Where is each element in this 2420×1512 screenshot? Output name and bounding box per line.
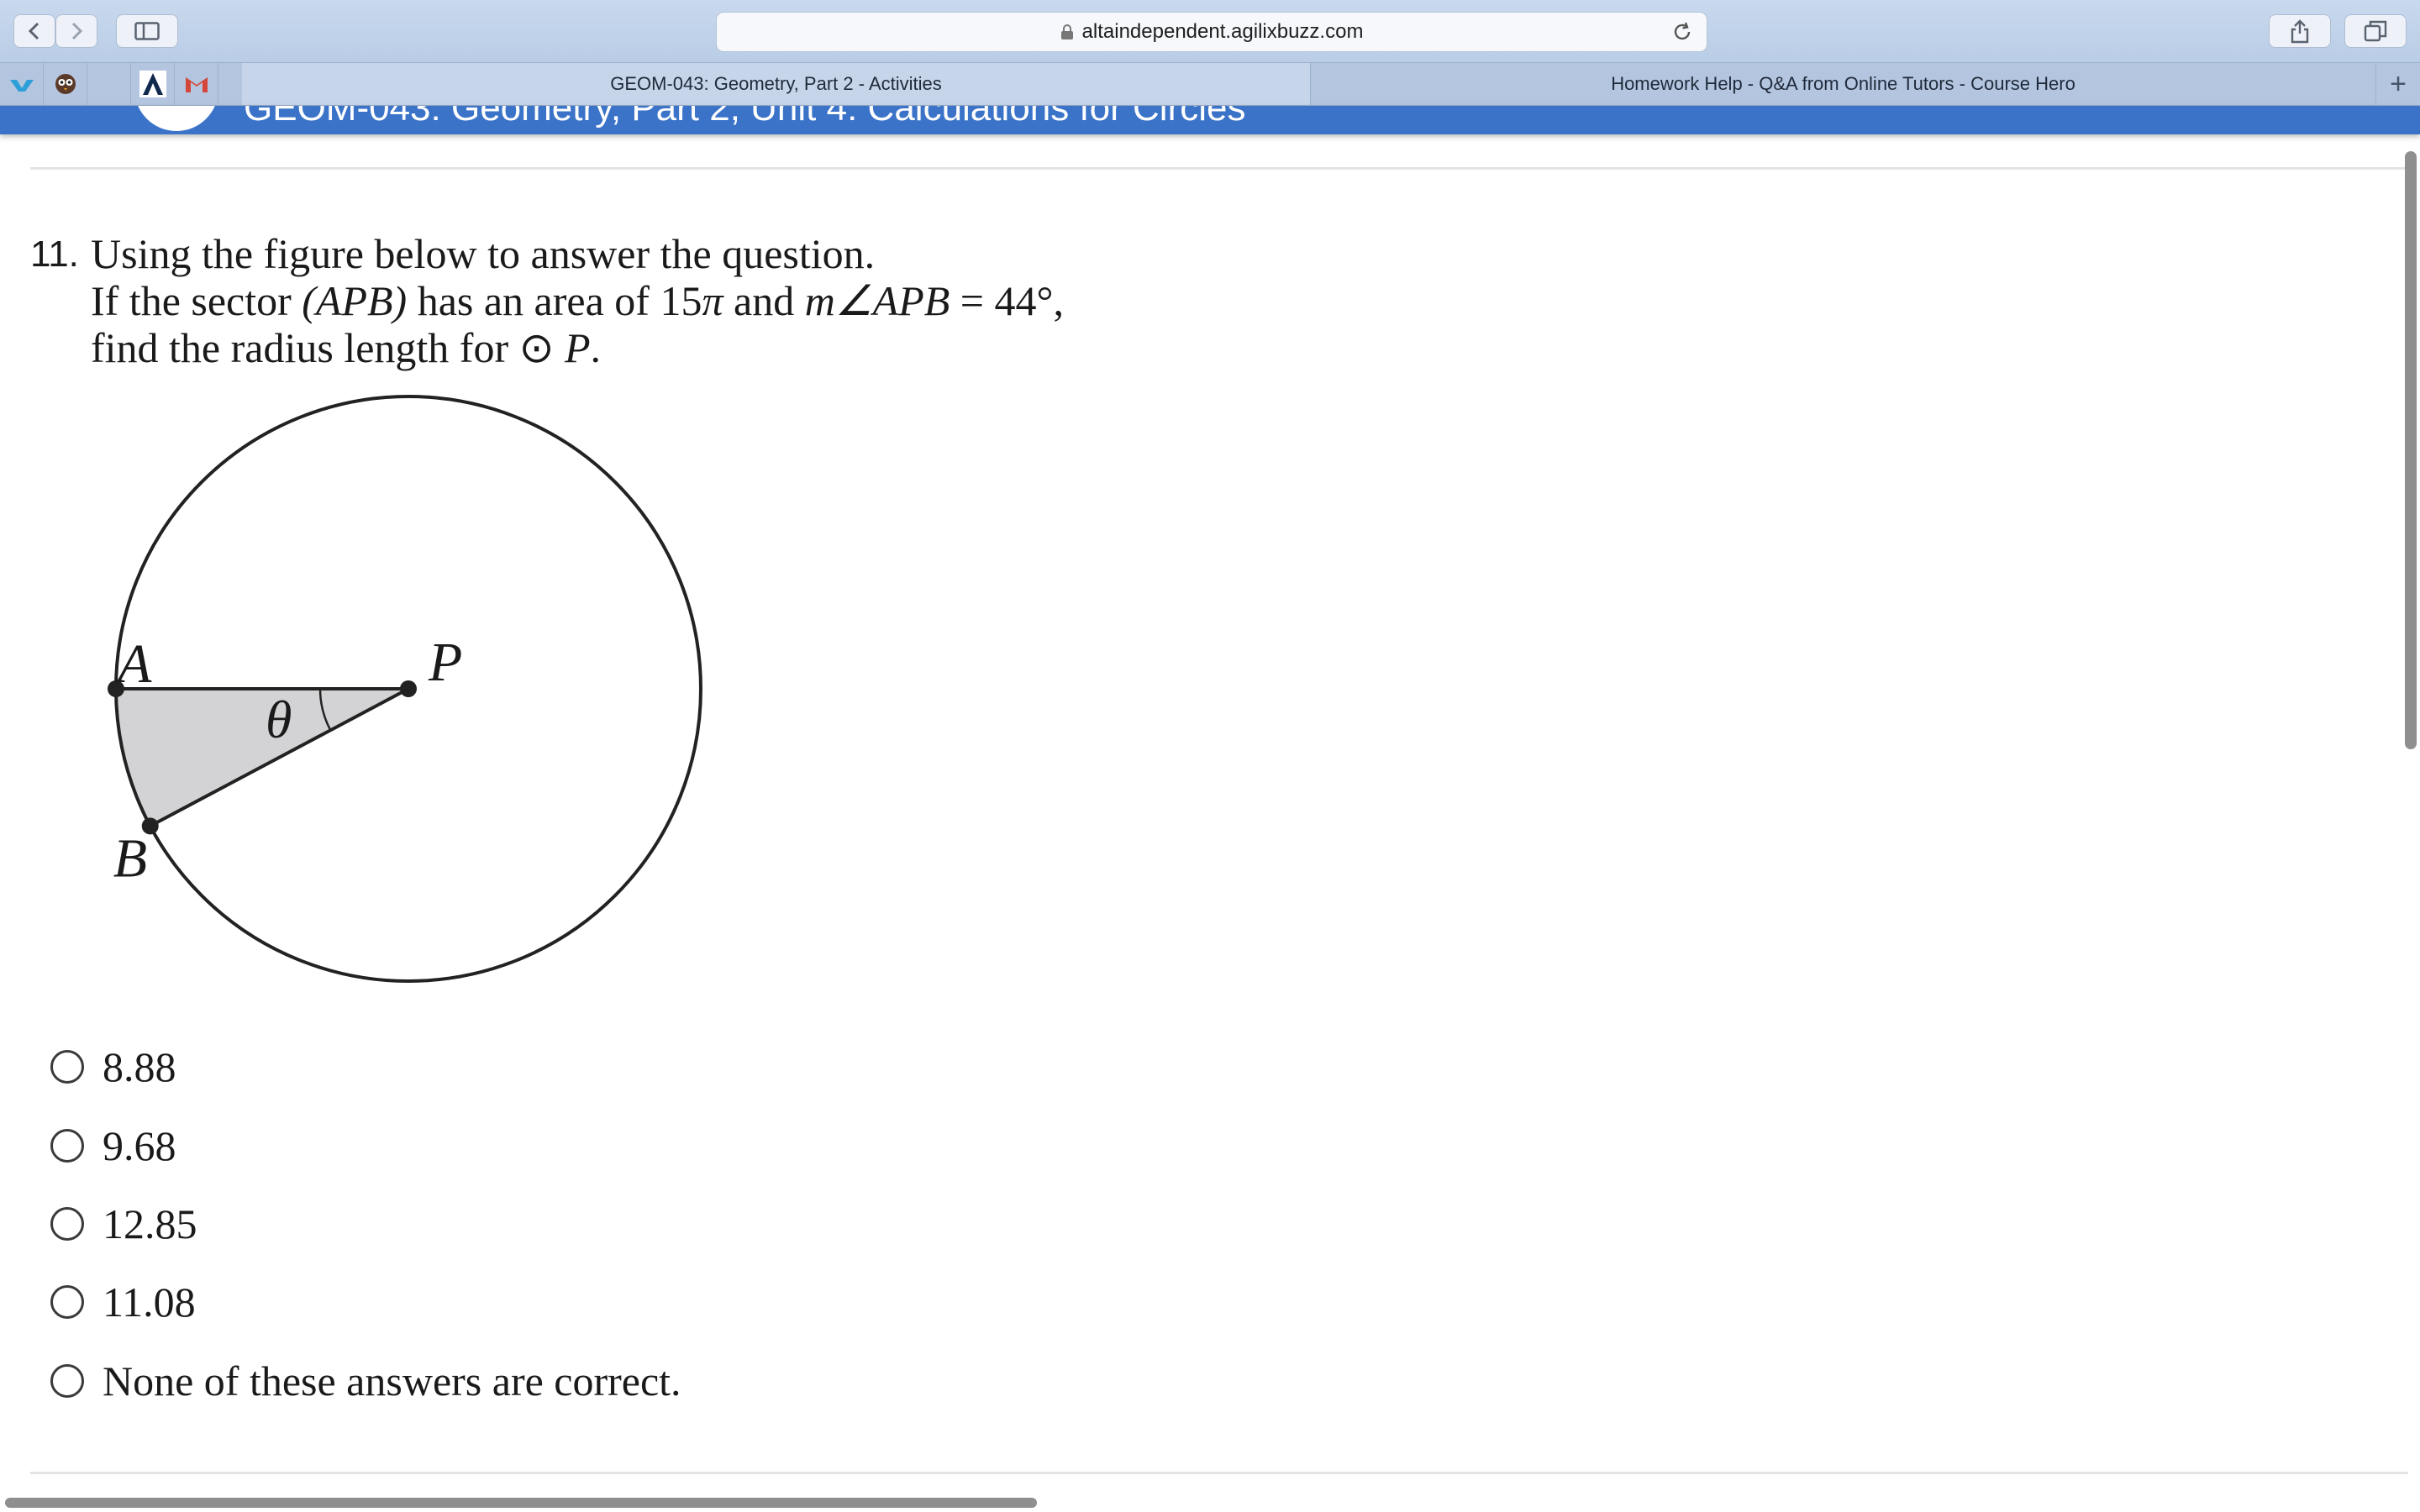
forward-button[interactable]	[55, 14, 97, 48]
option-label: 11.08	[103, 1278, 196, 1326]
horizontal-scrollbar[interactable]	[5, 1498, 1037, 1508]
tabs-icon	[2364, 20, 2387, 42]
label-b: B	[113, 827, 147, 889]
sidebar-icon	[134, 22, 160, 40]
tab-title: Homework Help - Q&A from Online Tutors -…	[1611, 73, 2075, 94]
a-logo-icon	[139, 71, 166, 97]
answer-option[interactable]: 11.08	[50, 1277, 196, 1327]
answer-option[interactable]: 8.88	[50, 1042, 176, 1092]
answer-option[interactable]: 12.85	[50, 1199, 197, 1249]
tab-geometry-activities[interactable]: GEOM-043: Geometry, Part 2 - Activities	[242, 63, 1311, 105]
radio-button[interactable]	[50, 1364, 84, 1398]
course-banner: GEOM-043: Geometry, Part 2, Unit 4: Calc…	[0, 106, 2420, 134]
radio-button[interactable]	[50, 1207, 84, 1241]
sector-apb	[116, 689, 408, 827]
chevron-right-icon	[71, 22, 83, 40]
vertical-scrollbar[interactable]	[2405, 151, 2417, 749]
option-label: 12.85	[103, 1200, 197, 1247]
tab-bar: GEOM-043: Geometry, Part 2 - Activities …	[0, 62, 2420, 106]
option-label: None of these answers are correct.	[103, 1357, 681, 1404]
banner-title: GEOM-043: Geometry, Part 2, Unit 4: Calc…	[244, 106, 1246, 129]
label-theta: θ	[266, 690, 292, 749]
lock-icon	[1060, 24, 1073, 39]
answer-option[interactable]: 9.68	[50, 1121, 176, 1171]
back-button[interactable]	[13, 14, 55, 48]
pinned-tab-3[interactable]	[131, 63, 175, 105]
divider	[30, 167, 2408, 170]
question-line-1: Using the figure below to answer the que…	[91, 230, 876, 277]
share-button[interactable]	[2269, 14, 2331, 48]
label-p: P	[428, 632, 462, 693]
circle-sector-figure: A P B θ	[108, 395, 702, 983]
tab-title: GEOM-043: Geometry, Part 2 - Activities	[610, 73, 942, 94]
point-p	[400, 680, 417, 697]
divider	[30, 1472, 2408, 1474]
question-line-3: find the radius length for ⊙ P.	[91, 324, 602, 371]
reload-icon[interactable]	[1671, 21, 1693, 43]
pinned-tab-1[interactable]	[0, 63, 44, 105]
new-tab-button[interactable]: +	[2376, 63, 2420, 105]
question-number: 11.	[30, 234, 79, 275]
chevron-left-icon	[28, 22, 39, 40]
radio-button[interactable]	[50, 1285, 84, 1319]
pinned-tab-4[interactable]	[175, 63, 218, 105]
url-text: altaindependent.agilixbuzz.com	[1081, 20, 1364, 43]
pinned-tab-2[interactable]	[44, 63, 87, 105]
radio-button[interactable]	[50, 1050, 84, 1084]
label-a: A	[114, 633, 152, 695]
tab-course-hero[interactable]: Homework Help - Q&A from Online Tutors -…	[1311, 63, 2376, 105]
tab-overview-button[interactable]	[2344, 14, 2407, 48]
pinned-tab-spacer	[87, 63, 131, 105]
question-line-2: If the sector (APB) has an area of 15π a…	[91, 277, 1064, 324]
app-logo-icon	[9, 80, 34, 92]
course-logo	[134, 106, 218, 131]
gmail-icon	[185, 77, 208, 92]
question-text: Using the figure below to answer the que…	[91, 230, 1064, 371]
plus-icon: +	[2390, 67, 2407, 100]
share-icon	[2291, 19, 2309, 44]
option-label: 8.88	[103, 1043, 176, 1090]
browser-toolbar: altaindependent.agilixbuzz.com	[0, 0, 2420, 62]
address-bar[interactable]: altaindependent.agilixbuzz.com	[716, 12, 1707, 52]
radio-button[interactable]	[50, 1129, 84, 1163]
option-label: 9.68	[103, 1122, 176, 1169]
owl-logo-icon	[55, 74, 76, 94]
answer-option[interactable]: None of these answers are correct.	[50, 1356, 681, 1406]
sidebar-toggle-button[interactable]	[116, 14, 178, 48]
